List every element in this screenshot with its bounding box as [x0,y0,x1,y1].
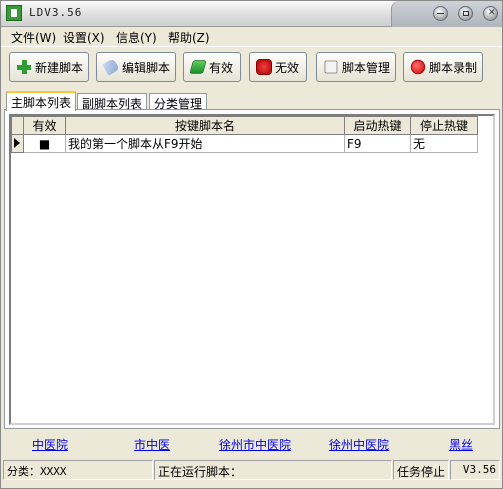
status-task: 任务停止 [393,460,449,480]
title-bar[interactable]: LDV3.56 ✕ [1,1,502,27]
close-icon: ✕ [488,8,496,18]
status-running-script: 正在运行脚本： [154,460,392,480]
minimize-icon [437,13,444,14]
app-icon [6,5,22,21]
minimize-button[interactable] [433,6,448,21]
link-bar: 中医院 市中医 徐州市中医院 徐州中医院 黑丝 [1,434,502,454]
tab-strip: 主脚本列表 副脚本列表 分类管理 [1,90,502,111]
close-button[interactable]: ✕ [483,6,498,21]
script-manage-label: 脚本管理 [342,60,391,75]
link-item[interactable]: 中医院 [32,436,68,453]
status-bar: 分类：XXXX 正在运行脚本： 任务停止 V3.56 [1,459,502,481]
link-item[interactable]: 市中医 [134,436,170,453]
script-grid[interactable]: 有效 按键脚本名 启动热键 停止热键 ■ 我的第一个脚本从F9开始 F9 无 [9,114,495,425]
red-block-icon [256,59,272,75]
status-category: 分类：XXXX [3,460,153,480]
app-window: LDV3.56 ✕ 文件(W) 设置(X) 信息(Y) 帮助(Z) 新建脚本 编… [0,0,503,489]
link-item[interactable]: 黑丝 [449,436,473,453]
tab-sub-scripts[interactable]: 副脚本列表 [77,93,148,111]
record-icon [410,59,426,75]
cell-stop-hotkey[interactable]: 无 [410,134,478,153]
column-header-script-name[interactable]: 按键脚本名 [65,116,345,135]
menu-file[interactable]: 文件(W) [11,29,56,46]
window-title: LDV3.56 [29,6,83,19]
green-eraser-icon [189,60,207,74]
script-table: 有效 按键脚本名 启动热键 停止热键 ■ 我的第一个脚本从F9开始 F9 无 [11,116,478,153]
disable-button[interactable]: 无效 [249,52,307,82]
plus-icon [16,59,32,75]
link-item[interactable]: 徐州中医院 [329,436,389,453]
edit-script-button[interactable]: 编辑脚本 [96,52,176,82]
script-manage-button[interactable]: 脚本管理 [316,52,396,82]
cell-valid[interactable]: ■ [23,134,66,153]
tag-icon [102,58,120,76]
column-header-stop-hotkey[interactable]: 停止热键 [410,116,478,135]
maximize-button[interactable] [458,6,473,21]
disable-label: 无效 [275,60,300,75]
new-script-button[interactable]: 新建脚本 [9,52,89,82]
toolbar: 新建脚本 编辑脚本 有效 无效 脚本管理 脚本录制 [1,46,502,86]
column-header-start-hotkey[interactable]: 启动热键 [344,116,411,135]
column-header-valid[interactable]: 有效 [23,116,66,135]
current-row-arrow-icon [14,138,20,148]
link-item[interactable]: 徐州市中医院 [219,436,291,453]
maximize-icon [463,11,469,16]
menu-info[interactable]: 信息(Y) [116,29,157,46]
tab-category-manage[interactable]: 分类管理 [149,93,208,111]
menu-settings[interactable]: 设置(X) [63,29,105,46]
script-record-button[interactable]: 脚本录制 [403,52,483,82]
row-selector[interactable] [11,134,24,153]
cell-script-name[interactable]: 我的第一个脚本从F9开始 [65,134,345,153]
row-header-corner [11,116,24,135]
menu-help[interactable]: 帮助(Z) [168,29,210,46]
edit-script-label: 编辑脚本 [122,60,171,75]
table-header-row: 有效 按键脚本名 启动热键 停止热键 [11,116,478,135]
new-script-label: 新建脚本 [35,60,84,75]
enable-label: 有效 [209,60,234,75]
menu-bar: 文件(W) 设置(X) 信息(Y) 帮助(Z) [1,27,502,45]
status-version: V3.56 [450,460,500,480]
table-row[interactable]: ■ 我的第一个脚本从F9开始 F9 无 [11,134,478,153]
document-icon [324,60,338,74]
tab-main-scripts[interactable]: 主脚本列表 [6,91,77,111]
enable-button[interactable]: 有效 [183,52,241,82]
tab-panel: 有效 按键脚本名 启动热键 停止热键 ■ 我的第一个脚本从F9开始 F9 无 [4,109,500,429]
cell-start-hotkey[interactable]: F9 [344,134,411,153]
script-record-label: 脚本录制 [429,60,478,75]
